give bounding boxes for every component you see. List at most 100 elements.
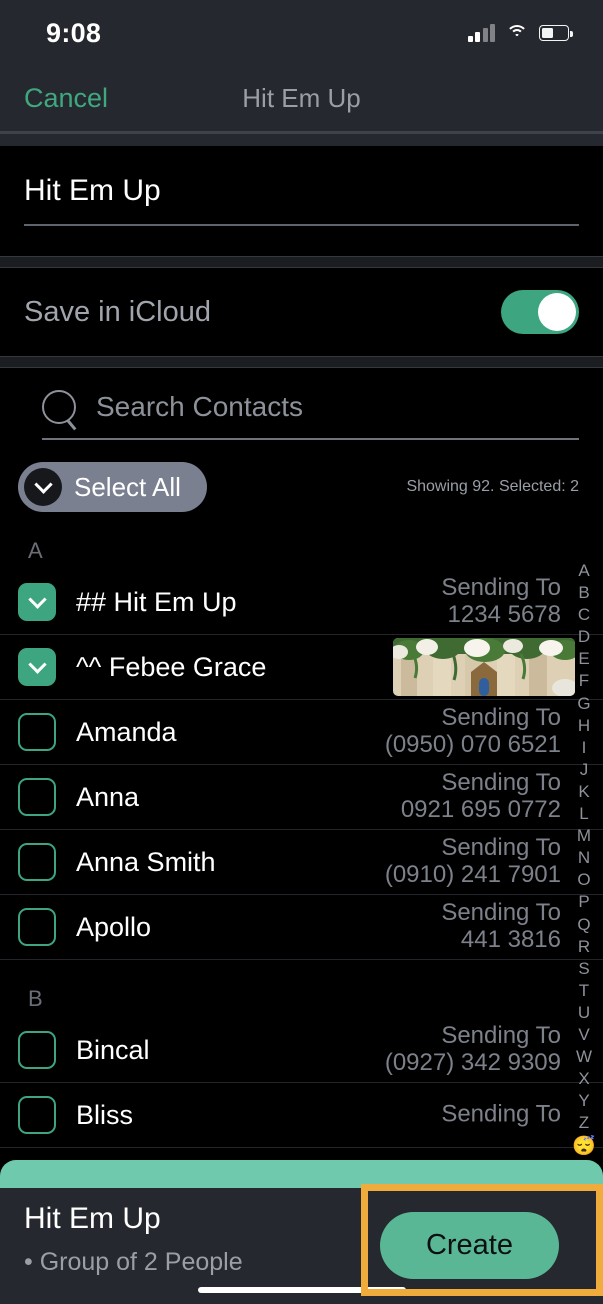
index-letter[interactable]: Z [579,1112,589,1134]
checkbox-unchecked[interactable] [18,713,56,751]
sleeping-face-icon[interactable]: 😴 [572,1134,596,1160]
index-letter[interactable]: B [578,582,589,604]
toggle-knob [538,293,576,331]
checkbox-checked[interactable] [18,583,56,621]
sending-to-label: Sending To [441,704,561,732]
section-divider [0,256,603,268]
index-letter[interactable]: P [578,891,589,913]
sending-to-label: Sending To [441,899,561,927]
save-in-icloud-label: Save in iCloud [24,295,211,328]
checkbox-unchecked[interactable] [18,843,56,881]
checkbox-checked[interactable] [18,648,56,686]
contact-row[interactable]: Anna Sending To 0921 695 0772 [0,765,603,830]
select-all-label: Select All [74,471,181,502]
index-letter[interactable]: L [579,803,588,825]
home-indicator [197,1287,406,1293]
contact-row[interactable]: Anna Smith Sending To (0910) 241 7901 [0,830,603,895]
sending-to-info: Sending To [441,1100,561,1129]
create-button[interactable]: Create [379,1212,559,1279]
contact-thumbnail [393,638,575,696]
contact-row[interactable]: Apollo Sending To 441 3816 [0,895,603,960]
select-all-button[interactable]: Select All [18,462,207,512]
section-divider-2 [0,356,603,368]
sending-to-number: 1234 5678 [447,601,561,628]
contact-name: Amanda [76,716,177,747]
teal-accent-strip [0,1160,603,1188]
alphabet-index[interactable]: A B C D E F G H I J K L M N O P Q R S T U V W X Y Z 😴 [571,560,597,1160]
contact-name: ## Hit Em Up [76,586,237,617]
sending-to-info: Sending To (0950) 070 6521 [384,704,561,759]
contact-name: Apollo [76,911,152,942]
select-all-row: Select All Showing 92. Selected: 2 [0,440,603,512]
section-header: B [28,986,43,1011]
search-row[interactable]: Search Contacts [24,390,579,424]
sending-to-number: 0921 695 0772 [400,796,561,823]
contact-name: Anna [76,781,140,812]
navigation-bar: Cancel Hit Em Up [0,66,603,131]
contact-name: Bincal [76,1034,150,1065]
sending-to-info: Sending To (0927) 342 9309 [384,1022,561,1077]
contact-name: Bliss [76,1099,134,1130]
chevron-down-icon [27,654,47,674]
chevron-down-icon [27,589,47,609]
checkbox-unchecked[interactable] [18,778,56,816]
wifi-icon [506,24,528,42]
sending-to-label: Sending To [441,574,561,602]
sending-to-number: (0950) 070 6521 [384,731,561,758]
index-letter[interactable]: U [578,1002,590,1024]
contact-name: Anna Smith [76,846,216,877]
index-letter[interactable]: I [582,737,587,759]
contact-row[interactable]: ^^ Febee Grace [0,635,603,700]
checkbox-unchecked[interactable] [18,908,56,946]
save-in-icloud-toggle[interactable] [501,290,579,334]
index-letter[interactable]: A [578,560,589,582]
checkbox-unchecked[interactable] [18,1096,56,1134]
search-icon [42,390,76,424]
sending-to-label: Sending To [441,1022,561,1050]
index-letter[interactable]: K [578,781,589,803]
index-letter[interactable]: D [578,626,590,648]
cancel-button[interactable]: Cancel [24,83,108,114]
status-bar: 9:08 [0,0,603,66]
group-name-field[interactable]: Hit Em Up [0,146,603,256]
index-letter[interactable]: T [579,980,589,1002]
battery-icon [539,25,573,41]
search-input[interactable]: Search Contacts [96,391,303,423]
contact-row[interactable]: Bliss Sending To [0,1083,603,1148]
index-letter[interactable]: Q [577,914,590,936]
index-letter[interactable]: X [578,1068,589,1090]
sending-to-label: Sending To [441,1100,561,1128]
sending-to-label: Sending To [441,834,561,862]
cellular-bars-icon [467,23,495,42]
section-header: A [28,538,43,563]
sending-to-info: Sending To (0910) 241 7901 [385,834,561,889]
index-letter[interactable]: R [578,936,590,958]
checkbox-unchecked[interactable] [18,1031,56,1069]
index-letter[interactable]: S [578,958,589,980]
index-letter[interactable]: W [576,1046,592,1068]
index-letter[interactable]: C [578,604,590,626]
index-letter[interactable]: O [577,869,590,891]
group-name-underline [24,224,579,226]
save-in-icloud-row[interactable]: Save in iCloud [0,268,603,356]
bottom-bar: Hit Em Up • Group of 2 People Create [0,1188,603,1304]
status-indicators [467,23,573,42]
contact-row[interactable]: ## Hit Em Up Sending To 1234 5678 [0,570,603,635]
contact-list[interactable]: A ## Hit Em Up Sending To 1234 5678 ^^ Febee… [0,512,603,1148]
sending-to-info: Sending To 1234 5678 [441,574,561,629]
sending-to-number: 441 3816 [460,926,561,953]
index-letter[interactable]: J [580,759,589,781]
contact-row[interactable]: Amanda Sending To (0950) 070 6521 [0,700,603,765]
index-letter[interactable]: Y [578,1090,589,1112]
contact-name: ^^ Febee Grace [76,651,267,682]
index-letter[interactable]: F [579,670,589,692]
index-letter[interactable]: V [578,1024,589,1046]
index-letter[interactable]: M [577,825,591,847]
index-letter[interactable]: N [578,847,590,869]
index-letter[interactable]: H [578,715,590,737]
group-name-value[interactable]: Hit Em Up [24,174,579,208]
contact-row[interactable]: Bincal Sending To (0927) 342 9309 [0,1018,603,1083]
index-letter[interactable]: G [577,693,590,715]
index-letter[interactable]: E [578,648,589,670]
sending-to-number: (0927) 342 9309 [384,1049,561,1076]
